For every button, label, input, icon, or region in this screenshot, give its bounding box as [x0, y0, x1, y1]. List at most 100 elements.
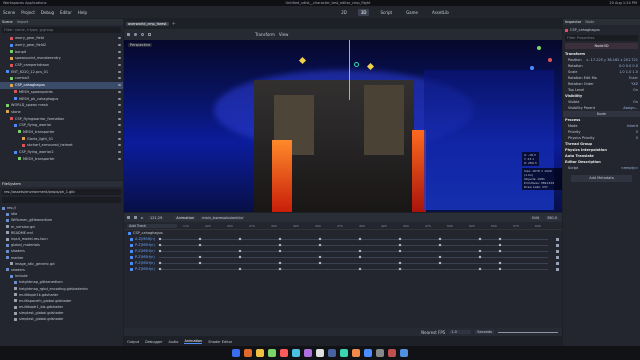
- track-timeline[interactable]: [158, 237, 548, 241]
- visibility-icon[interactable]: [118, 137, 121, 140]
- keyframe[interactable]: [398, 243, 402, 247]
- keyframe[interactable]: [478, 249, 482, 253]
- view-menu[interactable]: View: [279, 32, 289, 37]
- scene-tree-item[interactable]: Gloria_light_01: [0, 135, 123, 142]
- property-value[interactable]: Euler: [629, 76, 638, 80]
- trash-icon[interactable]: [556, 249, 559, 253]
- light-gizmo-icon[interactable]: [298, 56, 307, 65]
- transform-menu[interactable]: Transform: [255, 32, 275, 37]
- animation-selector[interactable]: main_lowresolusionblur: [200, 215, 246, 220]
- trash-icon[interactable]: [556, 267, 559, 271]
- track-checkbox[interactable]: [130, 267, 133, 271]
- track-timeline[interactable]: [158, 243, 548, 247]
- scale-tool-icon[interactable]: [148, 33, 151, 36]
- property-value[interactable]: On: [633, 100, 638, 104]
- scene-tree-item[interactable]: WORLD_spawn mesh: [0, 102, 123, 109]
- play-icon[interactable]: [141, 216, 144, 219]
- mode-assetlib[interactable]: AssetLib: [429, 9, 452, 16]
- scene-tree-item[interactable]: MESH_transporter: [0, 155, 123, 162]
- scene-tree-item[interactable]: stone: [0, 109, 123, 116]
- filesystem-filter-input[interactable]: [2, 197, 121, 203]
- visibility-icon[interactable]: [118, 124, 121, 127]
- tab-inspector[interactable]: Inspector: [565, 20, 581, 24]
- visibility-icon[interactable]: [118, 90, 121, 93]
- track-timeline[interactable]: [158, 249, 548, 253]
- tab-debugger[interactable]: Debugger: [145, 340, 162, 344]
- mode-3d[interactable]: 3D: [357, 8, 370, 16]
- taskbar-app-icon[interactable]: [364, 349, 372, 357]
- taskbar-app-icon[interactable]: [280, 349, 288, 357]
- section-node3d[interactable]: Node3D: [565, 43, 638, 49]
- visibility-icon[interactable]: [118, 84, 121, 87]
- scene-tree-item[interactable]: spawnpoint_monsterentry: [0, 55, 123, 62]
- taskbar-app-icon[interactable]: [388, 349, 396, 357]
- menu-scene[interactable]: Scene: [3, 10, 15, 15]
- visibility-icon[interactable]: [118, 70, 121, 73]
- taskbar-app-icon[interactable]: [292, 349, 300, 357]
- edit-button[interactable]: Edit: [530, 215, 541, 220]
- visibility-icon[interactable]: [118, 151, 121, 154]
- taskbar-app-icon[interactable]: [316, 349, 324, 357]
- scene-tree-item[interactable]: CSP_cahaghagus: [0, 81, 123, 89]
- visibility-icon[interactable]: [118, 110, 121, 113]
- tab-import[interactable]: Import: [17, 20, 29, 24]
- keyframe[interactable]: [158, 261, 162, 265]
- scene-tree-item[interactable]: worry_gear_field2: [0, 42, 123, 49]
- keyframe[interactable]: [278, 249, 282, 253]
- taskbar-app-icon[interactable]: [268, 349, 276, 357]
- 3d-viewport[interactable]: Perspective X: -18.3 Y: 23.1 Z: 289.3 Si…: [124, 40, 562, 212]
- zoom-slider[interactable]: [498, 331, 558, 333]
- play-backwards-icon[interactable]: [127, 216, 130, 219]
- animation-tab-label[interactable]: Animation: [174, 215, 197, 220]
- scene-tree-item[interactable]: CSP_flyingwarrior_formation: [0, 115, 123, 122]
- taskbar-app-icon[interactable]: [232, 349, 240, 357]
- stop-icon[interactable]: [134, 216, 137, 219]
- audio-gizmo-icon[interactable]: [354, 62, 359, 67]
- property-value[interactable]: 0: [636, 136, 638, 140]
- keyframe[interactable]: [478, 255, 482, 259]
- add-track-button[interactable]: Add Track: [127, 223, 177, 228]
- trash-icon[interactable]: [556, 243, 559, 247]
- trash-icon[interactable]: [556, 255, 559, 259]
- keyframe[interactable]: [358, 237, 362, 241]
- timeline-ruler[interactable]: 170 225 250 275 300 325 350 375 400 425 450 475 500 5…: [183, 222, 562, 230]
- keyframe[interactable]: [198, 261, 202, 265]
- keyframe[interactable]: [478, 237, 482, 241]
- scene-tree-item[interactable]: bonpit: [0, 48, 123, 55]
- move-tool-icon[interactable]: [134, 33, 137, 36]
- mode-script[interactable]: Script: [377, 9, 395, 16]
- keyframe[interactable]: [238, 237, 242, 241]
- scene-tree-item[interactable]: ENT_6220_12.pcs_01: [0, 68, 123, 75]
- gizmo-z-icon[interactable]: [530, 66, 534, 70]
- scene-tree-item[interactable]: MESH_ph_cahaghagus: [0, 95, 123, 102]
- taskbar-app-icon[interactable]: [340, 349, 348, 357]
- perspective-menu[interactable]: Perspective: [128, 43, 153, 47]
- length-field[interactable]: 380.0: [544, 215, 559, 220]
- filesystem-path[interactable]: res://assets/environment/props/ph_1.glb: [2, 189, 121, 195]
- animation-track[interactable]: P-Z(MSH|n): [124, 266, 562, 272]
- scene-tree-item[interactable]: CSP_camperkdraon: [0, 62, 123, 69]
- taskbar-app-icon[interactable]: [244, 349, 252, 357]
- visibility-icon[interactable]: [118, 104, 121, 107]
- visibility-icon[interactable]: [118, 157, 121, 160]
- track-checkbox[interactable]: [130, 255, 133, 259]
- mode-game[interactable]: Game: [403, 9, 421, 16]
- scene-tree-item[interactable]: skcharf_armoured_helmet: [0, 142, 123, 149]
- visibility-icon[interactable]: [118, 57, 121, 60]
- menu-help[interactable]: Help: [78, 10, 87, 15]
- property-value[interactable]: <empty>: [621, 166, 638, 170]
- property-value[interactable]: 0: [636, 130, 638, 134]
- taskbar-app-icon[interactable]: [304, 349, 312, 357]
- visibility-icon[interactable]: [118, 37, 121, 40]
- keyframe[interactable]: [498, 249, 502, 253]
- track-checkbox[interactable]: [130, 249, 133, 253]
- keyframe[interactable]: [318, 243, 322, 247]
- menu-debug[interactable]: Debug: [41, 10, 54, 15]
- track-timeline[interactable]: [158, 261, 548, 265]
- keyframe[interactable]: [358, 267, 362, 271]
- add-scene-tab-icon[interactable]: +: [172, 21, 176, 27]
- keyframe[interactable]: [238, 267, 242, 271]
- keyframe[interactable]: [158, 243, 162, 247]
- keyframe[interactable]: [318, 255, 322, 259]
- visibility-icon[interactable]: [118, 97, 121, 100]
